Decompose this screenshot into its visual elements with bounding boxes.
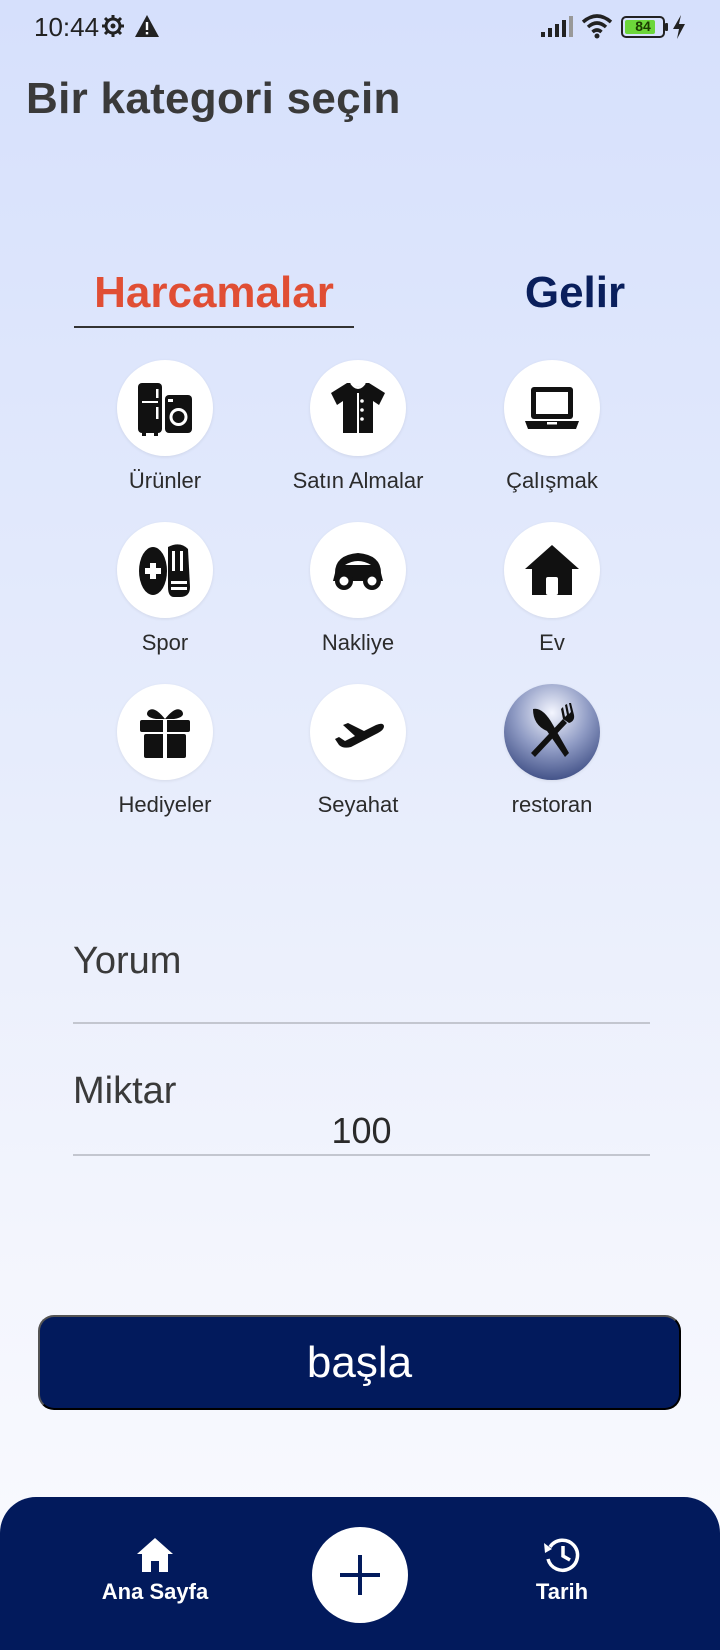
- charging-bolt-icon: [673, 15, 685, 39]
- category-circle[interactable]: [117, 522, 213, 618]
- category-label: Ürünler: [128, 468, 202, 493]
- amount-value[interactable]: 100: [73, 1110, 650, 1152]
- airplane-icon: [335, 723, 384, 748]
- category-label: restoran: [511, 792, 593, 817]
- signal-icon: [541, 16, 573, 37]
- category-circle[interactable]: [117, 360, 213, 456]
- laptop-icon: [525, 387, 579, 429]
- amount-field[interactable]: Miktar 100: [73, 1070, 650, 1156]
- warning-icon: [135, 15, 159, 37]
- category-label: Nakliye: [321, 630, 395, 655]
- category-travel[interactable]: Seyahat: [268, 684, 448, 818]
- settings-gear-icon: [102, 15, 124, 37]
- add-button[interactable]: [312, 1527, 408, 1623]
- plus-icon: [340, 1555, 380, 1595]
- nav-history-label: Tarih: [535, 1579, 589, 1604]
- amount-label: Miktar: [73, 1070, 177, 1112]
- nav-home-label: Ana Sayfa: [101, 1579, 209, 1604]
- shirt-icon: [331, 382, 385, 433]
- category-products[interactable]: Ürünler: [75, 360, 255, 494]
- bottom-navigation: Ana Sayfa Tarih: [0, 1497, 720, 1650]
- comment-underline: [73, 1022, 650, 1024]
- car-icon: [333, 553, 383, 590]
- category-work[interactable]: Çalışmak: [462, 360, 642, 494]
- battery-level: 84: [635, 18, 651, 34]
- category-circle[interactable]: [310, 360, 406, 456]
- category-sport[interactable]: Spor: [75, 522, 255, 656]
- nav-home[interactable]: Ana Sayfa: [75, 1535, 235, 1605]
- status-time: 10:44: [34, 12, 100, 42]
- history-icon: [544, 1538, 580, 1572]
- category-label: Spor: [141, 630, 189, 655]
- appliances-icon: [138, 383, 192, 436]
- category-label: Seyahat: [317, 792, 399, 817]
- comment-label: Yorum: [73, 940, 182, 982]
- wifi-icon: [581, 14, 613, 39]
- amount-underline: [73, 1154, 650, 1156]
- tab-income[interactable]: Gelir: [500, 268, 650, 318]
- category-gifts[interactable]: Hediyeler: [75, 684, 255, 818]
- start-button[interactable]: başla: [38, 1315, 681, 1410]
- page-title: Bir kategori seçin: [26, 74, 401, 123]
- category-circle[interactable]: [117, 684, 213, 780]
- category-home[interactable]: Ev: [462, 522, 642, 656]
- category-circle[interactable]: [310, 522, 406, 618]
- category-circle[interactable]: [504, 522, 600, 618]
- category-circle-selected[interactable]: [504, 684, 600, 780]
- category-label: Hediyeler: [118, 792, 212, 817]
- status-bar: 10:44 84: [0, 0, 720, 56]
- active-tab-indicator: [74, 326, 354, 328]
- category-restaurant[interactable]: restoran: [462, 684, 642, 818]
- tab-expenses[interactable]: Harcamalar: [74, 268, 354, 318]
- category-label: Çalışmak: [506, 468, 598, 493]
- category-label: Ev: [539, 630, 565, 655]
- category-circle[interactable]: [504, 360, 600, 456]
- category-purchases[interactable]: Satın Almalar: [268, 360, 448, 494]
- shoes-icon: [139, 544, 190, 597]
- category-label: Satın Almalar: [292, 468, 424, 493]
- nav-history[interactable]: Tarih: [482, 1535, 642, 1605]
- category-transport[interactable]: Nakliye: [268, 522, 448, 656]
- house-icon: [525, 545, 579, 595]
- home-icon: [137, 1538, 173, 1572]
- category-circle[interactable]: [310, 684, 406, 780]
- gift-icon: [140, 709, 190, 758]
- comment-field[interactable]: Yorum: [73, 940, 650, 1024]
- utensils-icon: [531, 703, 575, 757]
